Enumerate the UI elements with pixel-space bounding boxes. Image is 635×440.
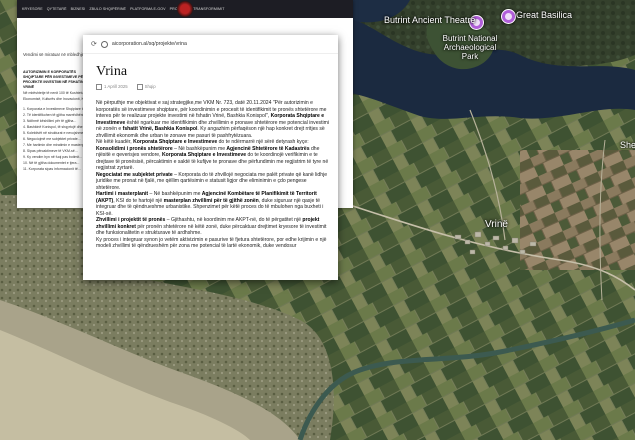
page-title: Vrina — [96, 64, 128, 79]
bold-run: Korporata Shqiptare e Investimeve — [160, 152, 247, 158]
article-page: Vrina 1 Aprill 2025 Shqip Në përputhje m… — [83, 54, 338, 250]
nav-item[interactable]: BIZNESI — [71, 7, 86, 11]
map-label-archaeological-park[interactable]: Butrint National Archaeological Park — [438, 34, 502, 61]
bold-run: Hartimi i masterplanit — [96, 191, 149, 197]
bold-run: masterplan zhvillimi për të gjithë zonën — [162, 197, 259, 204]
map-label-she[interactable]: She — [620, 140, 635, 150]
doc-heading: AUTORIZIMIN E KORPORATËS SHQIPTARE PËR I… — [23, 70, 86, 89]
text-run: Ky proces i integruar synon jo vetëm akt… — [96, 236, 327, 250]
nav-item[interactable]: KRYESORE — [22, 7, 43, 11]
bold-run: Korporata Shqiptare e Investimeve — [131, 139, 218, 145]
bold-run: Agjencinë Shtetërore të Kadastrës — [225, 145, 310, 152]
map-label-butrint-theatre[interactable]: Butrint Ancient Theatre — [384, 15, 475, 25]
bold-run: Konsolidimi i pronës shtetërore — [96, 145, 173, 152]
nav-item[interactable]: PLATFORMA E-GOV — [130, 7, 166, 11]
browser-window[interactable]: ⟳ aicorporation.al/sq/projekte/vrina Vri… — [83, 35, 338, 280]
text-run: – Gjithashtu, në koordinim me AKPT-në, d… — [165, 217, 301, 223]
url-text[interactable]: aicorporation.al/sq/projekte/vrina — [112, 41, 187, 47]
text-run: – Në bashkëpunim me — [172, 145, 226, 152]
map-label-vrine[interactable]: Vrinë — [485, 219, 508, 230]
albania-crest-icon — [177, 1, 193, 17]
text-run: , KSI do te hartojë një — [113, 197, 163, 204]
article-paragraph: Në përputhje me objektivat e saj strateg… — [96, 100, 330, 139]
article-paragraph: Negociatat me subjektet private – Korpor… — [96, 172, 330, 192]
text-run: – Në bashkëpunim me — [148, 191, 201, 197]
article-category[interactable]: Shqip — [136, 84, 156, 90]
gov-navbar: KRYESORE QYTETARË BIZNESI ZBULO SHQIPËRI… — [17, 0, 353, 18]
calendar-icon — [96, 84, 102, 90]
doc-line: Ekonomisë, Kulturës dhe Inovacionit, Kës… — [23, 97, 89, 101]
nav-item[interactable]: QYTETARË — [47, 7, 67, 11]
article-paragraph: Ky proces i integruar synon jo vetëm akt… — [96, 237, 330, 250]
basilica-marker-icon[interactable] — [501, 9, 516, 24]
article-paragraph: Konsolidimi i pronës shtetërore – Në bas… — [96, 146, 330, 172]
bold-run: fshatit Vrinë, Bashkia Konispol — [121, 126, 198, 132]
category-text[interactable]: Shqip — [145, 84, 156, 89]
address-bar[interactable]: ⟳ aicorporation.al/sq/projekte/vrina — [83, 35, 338, 54]
date-text: 1 Aprill 2025 — [104, 84, 128, 90]
text-run: do te ndërmarrë një sërë detyrash kyçe: — [217, 139, 309, 145]
article-meta: 1 Aprill 2025 Shqip — [96, 84, 330, 90]
article-paragraph: Zhvillimi i projektit të pronës – Gjitha… — [96, 217, 330, 237]
article-date: 1 Aprill 2025 — [96, 84, 128, 90]
map-label-great-basilica[interactable]: Great Basilica — [516, 10, 572, 20]
site-info-icon[interactable] — [100, 40, 108, 48]
reload-icon[interactable]: ⟳ — [91, 40, 97, 48]
folder-icon — [136, 84, 143, 90]
article-body: Në përputhje me objektivat e saj strateg… — [96, 100, 330, 250]
bold-run: Negociatat me subjektet private — [96, 171, 173, 178]
bold-run: Zhvillimi i projektit të pronës — [96, 217, 166, 223]
nav-item[interactable]: ZBULO SHQIPËRINË — [89, 7, 126, 11]
article-paragraph: Hartimi i masterplanit – Në bashkëpunim … — [96, 191, 330, 217]
doc-line: 11. Korporata sipas informacionit të... — [23, 167, 81, 171]
text-run: Në këtë kuadër, — [96, 139, 132, 145]
